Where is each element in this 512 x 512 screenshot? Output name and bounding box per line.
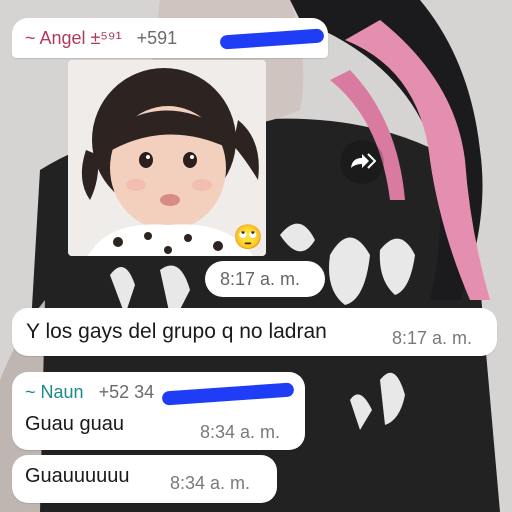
message-bubble-angel[interactable]: ~ Angel ±⁵⁹¹ +591 bbox=[12, 18, 328, 58]
phone-redaction bbox=[161, 382, 295, 406]
sender-phone-angel: +591 bbox=[136, 28, 178, 48]
sender-name-naun[interactable]: ~ Naun bbox=[25, 382, 84, 402]
message-time: 8:17 a. m. bbox=[392, 328, 473, 348]
message-text: Guau guau bbox=[25, 413, 124, 435]
message-text: Y los gays del grupo q no ladran bbox=[26, 320, 327, 343]
eye-roll-emoji-icon: 🙄 bbox=[233, 224, 263, 251]
message-bubble-naun[interactable]: ~ Naun +52 34 Guau guau 8:34 a. m. bbox=[12, 372, 305, 450]
message-time: 8:34 a. m. bbox=[170, 473, 251, 493]
message-bubble-text[interactable]: Guauuuuuu 8:34 a. m. bbox=[12, 455, 277, 503]
double-chevron-forward-icon bbox=[351, 153, 376, 169]
sender-name-angel[interactable]: ~ Angel ±⁵⁹¹ bbox=[25, 28, 122, 48]
message-text: Guauuuuuu bbox=[25, 465, 130, 487]
message-time-pill: 8:17 a. m. bbox=[205, 261, 325, 297]
message-time: 8:34 a. m. bbox=[200, 422, 281, 442]
message-bubble-text[interactable]: Y los gays del grupo q no ladran 8:17 a.… bbox=[12, 308, 497, 356]
phone-redaction bbox=[219, 28, 325, 50]
forward-icon[interactable] bbox=[340, 140, 384, 184]
sender-phone-naun: +52 34 bbox=[98, 382, 155, 402]
message-time: 8:17 a. m. bbox=[220, 269, 301, 289]
